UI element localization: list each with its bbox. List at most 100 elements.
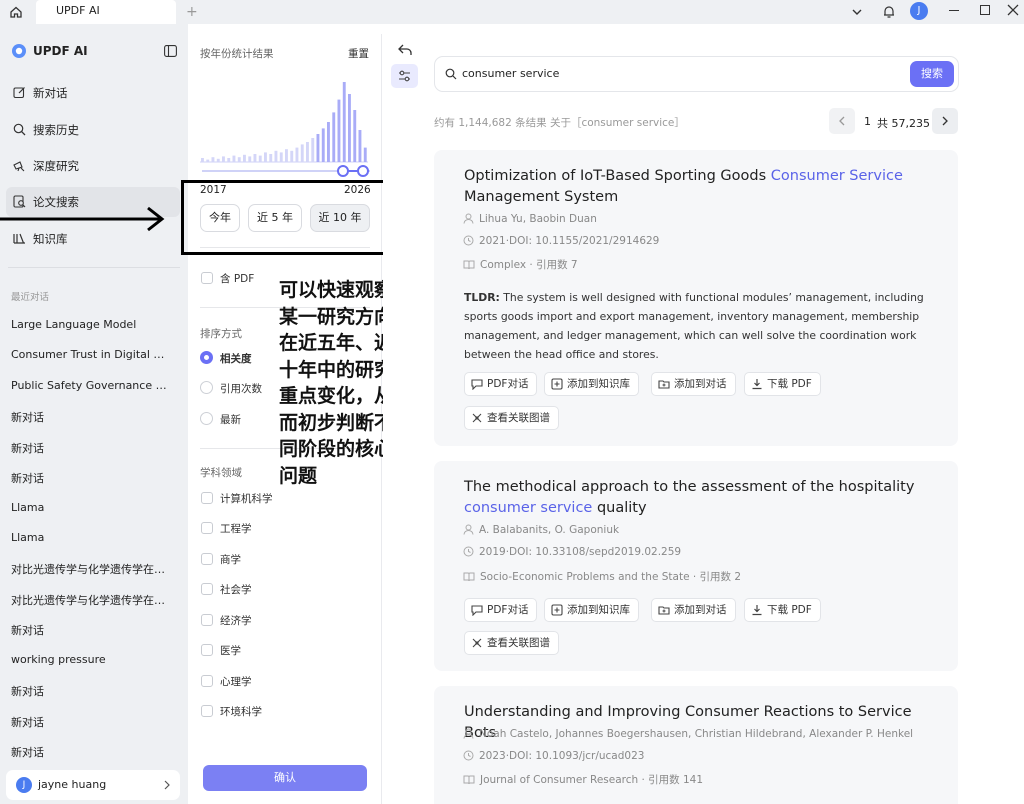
avatar[interactable]: J bbox=[910, 2, 928, 20]
book-icon bbox=[463, 260, 475, 270]
close-icon[interactable] bbox=[1007, 4, 1019, 16]
sort-citations-radio[interactable] bbox=[200, 381, 213, 394]
histogram-bar bbox=[358, 130, 362, 162]
search-icon bbox=[13, 123, 26, 136]
user-profile-button[interactable]: J jayne huang bbox=[6, 770, 180, 800]
collapse-sidebar-icon[interactable] bbox=[164, 45, 177, 57]
brand-name: UPDF AI bbox=[33, 44, 88, 58]
add-library-icon bbox=[551, 378, 563, 390]
graph-icon bbox=[471, 412, 483, 424]
subject-label: 社会学 bbox=[220, 584, 252, 596]
subject-checkbox[interactable] bbox=[201, 553, 213, 565]
clock-icon bbox=[463, 750, 474, 761]
recent-chat-item[interactable]: Public Safety Governance an... bbox=[11, 379, 171, 392]
sidebar-item-label: 搜索历史 bbox=[33, 123, 79, 137]
recent-chat-item[interactable]: 新对话 bbox=[11, 622, 171, 638]
chevron-down-icon[interactable] bbox=[851, 6, 863, 18]
tab-updf-ai[interactable]: UPDF AI bbox=[36, 0, 176, 24]
view-graph-button[interactable]: 查看关联图谱 bbox=[464, 406, 559, 430]
chat-icon bbox=[471, 378, 483, 390]
recent-chat-item[interactable]: 对比光遗传学与化学遗传学在啮... bbox=[11, 561, 171, 577]
histogram-bar bbox=[216, 158, 220, 162]
recent-chat-item[interactable]: 新对话 bbox=[11, 409, 171, 425]
recent-chat-item[interactable]: Llama bbox=[11, 531, 171, 544]
download-pdf-button[interactable]: 下载 PDF bbox=[744, 598, 821, 622]
chevron-right-icon bbox=[942, 116, 948, 126]
new-tab-icon[interactable]: + bbox=[186, 4, 198, 20]
paper-title[interactable]: The methodical approach to the assessmen… bbox=[464, 477, 934, 519]
recent-chat-item[interactable]: 新对话 bbox=[11, 683, 171, 699]
pdf-chat-button[interactable]: PDF对话 bbox=[464, 372, 538, 396]
updf-logo-icon bbox=[11, 43, 27, 59]
chevron-right-icon bbox=[163, 780, 171, 790]
histogram-bar bbox=[206, 159, 210, 162]
recent-chat-item[interactable]: Large Language Model bbox=[11, 318, 171, 331]
search-input[interactable]: consumer service bbox=[462, 67, 559, 80]
reset-button[interactable]: 重置 bbox=[348, 46, 369, 61]
add-to-chat-button[interactable]: 添加到对话 bbox=[651, 372, 736, 396]
subject-checkbox[interactable] bbox=[201, 675, 213, 687]
recent-chat-item[interactable]: 对比光遗传学与化学遗传学在啮... bbox=[11, 592, 171, 608]
subject-checkbox[interactable] bbox=[201, 705, 213, 717]
maximize-icon[interactable] bbox=[980, 5, 990, 15]
subject-checkbox[interactable] bbox=[201, 492, 213, 504]
download-pdf-button[interactable]: 下载 PDF bbox=[744, 372, 821, 396]
histogram-bar bbox=[258, 155, 262, 162]
recent-chat-item[interactable]: 新对话 bbox=[11, 714, 171, 730]
paper-card[interactable]: Understanding and Improving Consumer Rea… bbox=[434, 686, 958, 804]
book-icon bbox=[463, 572, 475, 582]
histogram-bar bbox=[311, 138, 315, 162]
range-start-handle[interactable] bbox=[337, 165, 349, 177]
paper-title[interactable]: Optimization of IoT-Based Sporting Goods… bbox=[464, 166, 934, 208]
home-icon[interactable] bbox=[9, 5, 23, 19]
recent-chat-item[interactable]: 新对话 bbox=[11, 470, 171, 486]
recent-chat-item[interactable]: Llama bbox=[11, 501, 171, 514]
bell-icon[interactable] bbox=[882, 4, 896, 19]
next-page-button[interactable] bbox=[932, 108, 958, 134]
prev-page-button[interactable] bbox=[829, 108, 855, 134]
range-end-handle[interactable] bbox=[357, 165, 369, 177]
recent-chat-item[interactable]: 新对话 bbox=[11, 744, 171, 760]
paper-tldr: TLDR: The system is well designed with f… bbox=[464, 291, 924, 361]
pdf-chat-button[interactable]: PDF对话 bbox=[464, 598, 538, 622]
sidebar-item-search-history[interactable]: 搜索历史 bbox=[6, 115, 180, 145]
histogram-bar bbox=[342, 82, 346, 162]
subject-checkbox[interactable] bbox=[201, 614, 213, 626]
pdf-only-checkbox[interactable] bbox=[201, 272, 213, 284]
histogram-bar bbox=[279, 152, 283, 162]
edit-icon bbox=[13, 86, 26, 99]
confirm-button[interactable]: 确认 bbox=[203, 765, 367, 791]
back-icon[interactable] bbox=[398, 44, 412, 56]
add-to-chat-button[interactable]: 添加到对话 bbox=[651, 598, 736, 622]
sidebar-item-deep-research[interactable]: 深度研究 bbox=[6, 151, 180, 181]
sort-newest-radio[interactable] bbox=[200, 412, 213, 425]
sort-relevance-label: 相关度 bbox=[220, 353, 252, 365]
add-to-knowledge-base-button[interactable]: 添加到知识库 bbox=[544, 372, 639, 396]
recent-chat-item[interactable]: Consumer Trust in Digital Ma... bbox=[11, 348, 171, 361]
sort-relevance-radio[interactable] bbox=[200, 351, 213, 364]
paper-venue: Journal of Consumer Research · 引用数 141 bbox=[463, 772, 703, 787]
recent-chat-item[interactable]: 新对话 bbox=[11, 440, 171, 456]
histogram-bar bbox=[201, 158, 204, 162]
histogram-bar bbox=[348, 94, 351, 162]
book-icon bbox=[463, 775, 475, 785]
subject-checkbox[interactable] bbox=[201, 644, 213, 656]
minimize-icon[interactable] bbox=[949, 10, 959, 12]
recent-chat-item[interactable]: working pressure bbox=[11, 653, 171, 666]
subject-checkbox[interactable] bbox=[201, 522, 213, 534]
paper-card[interactable]: The methodical approach to the assessmen… bbox=[434, 461, 958, 671]
paper-card[interactable]: Optimization of IoT-Based Sporting Goods… bbox=[434, 150, 958, 446]
total-pages: 共 57,235 bbox=[877, 117, 930, 130]
add-to-knowledge-base-button[interactable]: 添加到知识库 bbox=[544, 598, 639, 622]
research-icon bbox=[13, 159, 26, 172]
view-graph-button[interactable]: 查看关联图谱 bbox=[464, 631, 559, 655]
histogram-bar bbox=[327, 122, 330, 162]
year-stats-title: 按年份统计结果 bbox=[200, 48, 274, 60]
histogram-bar bbox=[211, 157, 215, 162]
search-button[interactable]: 搜索 bbox=[910, 61, 954, 87]
subject-checkbox[interactable] bbox=[201, 583, 213, 595]
sliders-icon bbox=[399, 70, 410, 82]
sidebar-item-new-chat[interactable]: 新对话 bbox=[6, 78, 180, 108]
filter-toggle-button[interactable] bbox=[391, 64, 418, 88]
results-summary: 约有 1,144,682 条结果 关于［consumer service］ bbox=[434, 117, 685, 129]
